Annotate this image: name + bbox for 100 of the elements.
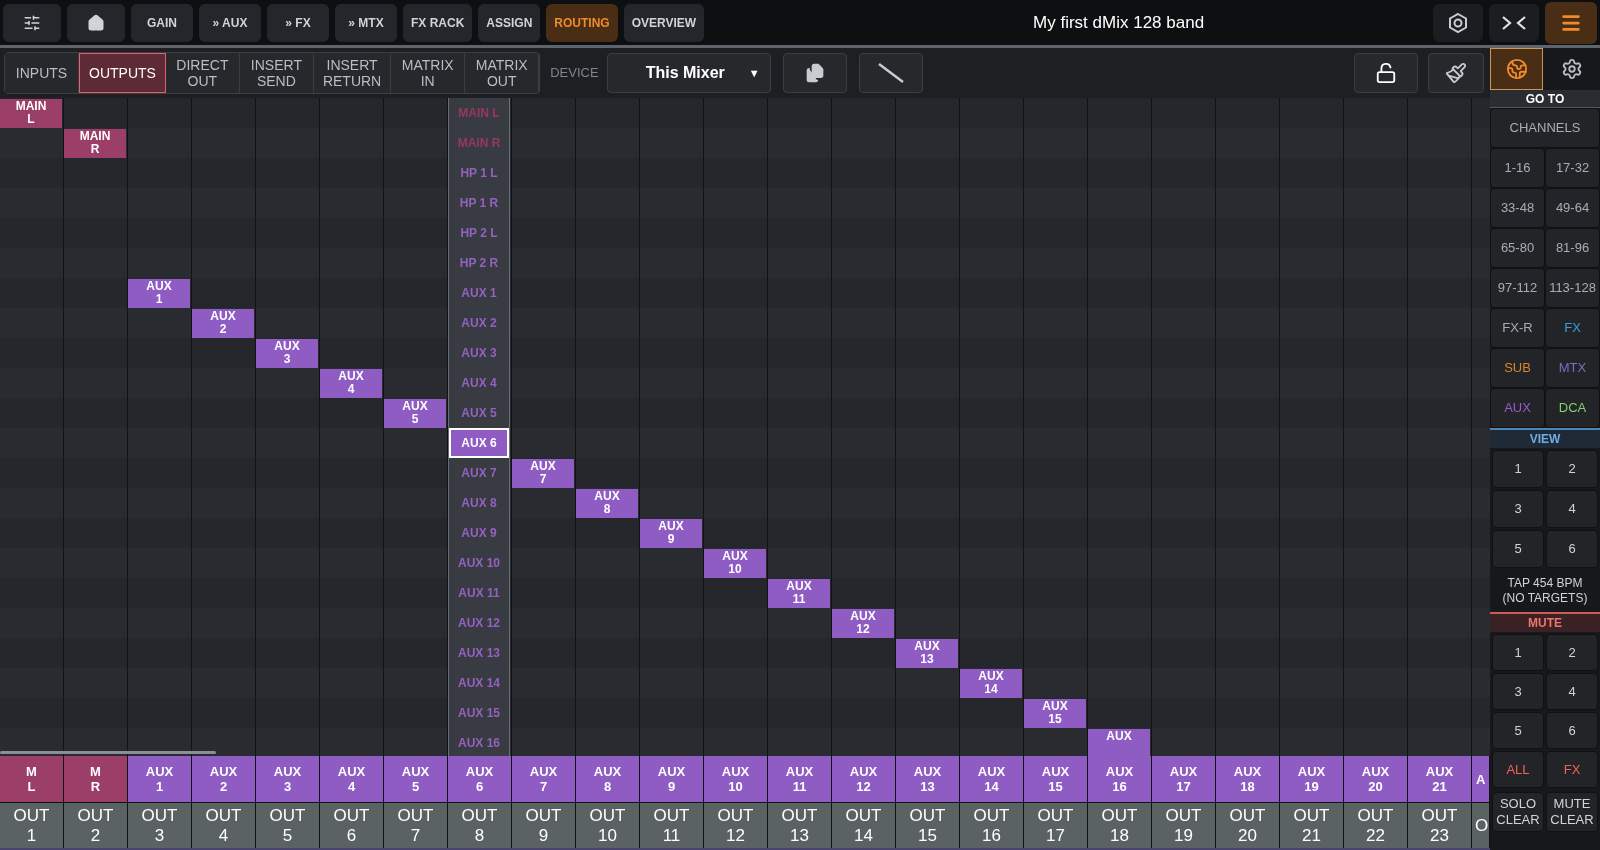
- goto-button[interactable]: 113-128: [1545, 268, 1600, 308]
- view-button[interactable]: 5: [1492, 530, 1544, 568]
- view-button[interactable]: 6: [1546, 530, 1598, 568]
- patch-cell[interactable]: AUX 15: [1024, 699, 1086, 728]
- patch-cell[interactable]: AUX 14: [960, 669, 1022, 698]
- view-button[interactable]: 4: [1546, 490, 1598, 528]
- hexagon-target-icon: [1447, 11, 1469, 34]
- brush-button[interactable]: [1428, 53, 1484, 93]
- menu-button[interactable]: [1545, 1, 1597, 44]
- view-button[interactable]: 1: [1492, 450, 1544, 488]
- mixer-settings-button[interactable]: [3, 3, 61, 42]
- output-label: OUT 17: [1024, 803, 1088, 848]
- nav-tab[interactable]: GAIN: [131, 3, 193, 42]
- source-label: AUX 14: [960, 756, 1024, 802]
- signal-type-tab[interactable]: INPUTS: [5, 53, 79, 93]
- view-button[interactable]: 2: [1546, 450, 1598, 488]
- patch-cell[interactable]: AUX 1: [128, 279, 190, 308]
- nav-tab[interactable]: » FX: [267, 3, 329, 42]
- source-label: AUX 19: [1280, 756, 1344, 802]
- goto-button[interactable]: 33-48: [1490, 188, 1545, 228]
- mute-group-button[interactable]: 1: [1492, 634, 1544, 671]
- goto-button[interactable]: FX-R: [1490, 308, 1545, 348]
- goto-button[interactable]: DCA: [1545, 388, 1600, 428]
- lock-button[interactable]: [1354, 53, 1418, 93]
- device-dropdown[interactable]: This Mixer ▼: [606, 53, 771, 93]
- source-label: AUX 16: [1088, 756, 1152, 802]
- source-label: AUX 18: [1216, 756, 1280, 802]
- patch-cell[interactable]: AUX 13: [896, 639, 958, 668]
- goto-button[interactable]: 81-96: [1545, 228, 1600, 268]
- signal-type-tab[interactable]: INSERT SEND: [239, 53, 314, 93]
- mute-group-button[interactable]: 2: [1546, 634, 1598, 671]
- collapse-button[interactable]: [1489, 3, 1539, 42]
- nav-tab[interactable]: ASSIGN: [478, 3, 541, 42]
- goto-button[interactable]: 97-112: [1490, 268, 1545, 308]
- home-button[interactable]: [67, 3, 125, 42]
- goto-button[interactable]: AUX: [1490, 388, 1545, 428]
- sliders-icon: [23, 13, 41, 32]
- mute-header: MUTE: [1490, 612, 1600, 632]
- goto-button[interactable]: 65-80: [1490, 228, 1545, 268]
- output-label: OUT 6: [320, 803, 384, 848]
- output-label: OUT 15: [896, 803, 960, 848]
- view-button[interactable]: 3: [1492, 490, 1544, 528]
- goto-button[interactable]: SUB: [1490, 348, 1545, 388]
- source-label: AUX 3: [256, 756, 320, 802]
- mute-group-button[interactable]: 5: [1492, 712, 1544, 749]
- source-label: AUX 12: [832, 756, 896, 802]
- patch-cell[interactable]: AUX 11: [768, 579, 830, 608]
- output-label: OUT 19: [1152, 803, 1216, 848]
- clear-button[interactable]: SOLO CLEAR: [1492, 792, 1544, 832]
- patch-cell[interactable]: AUX 7: [512, 459, 574, 488]
- output-label: OUT 13: [768, 803, 832, 848]
- channels-button[interactable]: CHANNELS: [1490, 108, 1600, 148]
- nav-tab[interactable]: OVERVIEW: [623, 3, 705, 42]
- source-label: A: [1472, 756, 1490, 802]
- nav-tab[interactable]: ROUTING: [546, 3, 618, 42]
- globe-tab[interactable]: [1490, 48, 1543, 90]
- patch-cell[interactable]: AUX 2: [192, 309, 254, 338]
- signal-type-tab[interactable]: DIRECT OUT: [165, 53, 240, 93]
- goto-button[interactable]: 49-64: [1545, 188, 1600, 228]
- source-label: M R: [64, 756, 128, 802]
- goto-button[interactable]: 1-16: [1490, 148, 1545, 188]
- nav-tab[interactable]: FX RACK: [403, 3, 473, 42]
- output-label: OUT 4: [192, 803, 256, 848]
- patch-cell[interactable]: MAIN L: [0, 99, 62, 128]
- signal-type-tab[interactable]: MATRIX IN: [391, 53, 466, 93]
- mute-group-button[interactable]: 4: [1546, 673, 1598, 710]
- patch-cell[interactable]: AUX 9: [640, 519, 702, 548]
- nav-tab[interactable]: » AUX: [199, 3, 261, 42]
- output-label: OUT 14: [832, 803, 896, 848]
- clear-button[interactable]: MUTE CLEAR: [1546, 792, 1598, 832]
- signal-type-tab[interactable]: INSERT RETURN: [313, 53, 392, 93]
- signal-type-tab[interactable]: OUTPUTS: [79, 53, 166, 93]
- source-label: AUX 1: [128, 756, 192, 802]
- target-button[interactable]: [1433, 3, 1483, 42]
- mute-group-button[interactable]: FX: [1546, 751, 1598, 788]
- mute-group-button[interactable]: 3: [1492, 673, 1544, 710]
- patch-cell[interactable]: AUX 8: [576, 489, 638, 518]
- patch-cell[interactable]: AUX 10: [704, 549, 766, 578]
- signal-type-tab[interactable]: MATRIX OUT: [465, 53, 540, 93]
- source-label: AUX 10: [704, 756, 768, 802]
- tap-tempo-label[interactable]: TAP 454 BPM (NO TARGETS): [1490, 570, 1600, 612]
- mute-group-button[interactable]: 6: [1546, 712, 1598, 749]
- patch-cell[interactable]: MAIN R: [64, 129, 126, 158]
- source-label: AUX 13: [896, 756, 960, 802]
- patch-cell[interactable]: AUX 4: [320, 369, 382, 398]
- goto-button[interactable]: 17-32: [1545, 148, 1600, 188]
- source-label: AUX 4: [320, 756, 384, 802]
- source-option[interactable]: AUX 6: [449, 428, 509, 458]
- mute-group-button[interactable]: ALL: [1492, 751, 1544, 788]
- patch-cell[interactable]: AUX 12: [832, 609, 894, 638]
- line-button[interactable]: [858, 53, 923, 93]
- patch-cell[interactable]: AUX 5: [384, 399, 446, 428]
- patch-cell[interactable]: AUX: [1088, 729, 1150, 756]
- goto-button[interactable]: FX: [1545, 308, 1600, 348]
- nav-tab[interactable]: » MTX: [335, 3, 397, 42]
- copy-button[interactable]: [782, 53, 847, 93]
- source-label: AUX 2: [192, 756, 256, 802]
- patch-cell[interactable]: AUX 3: [256, 339, 318, 368]
- goto-button[interactable]: MTX: [1545, 348, 1600, 388]
- copy-icon: [804, 63, 825, 83]
